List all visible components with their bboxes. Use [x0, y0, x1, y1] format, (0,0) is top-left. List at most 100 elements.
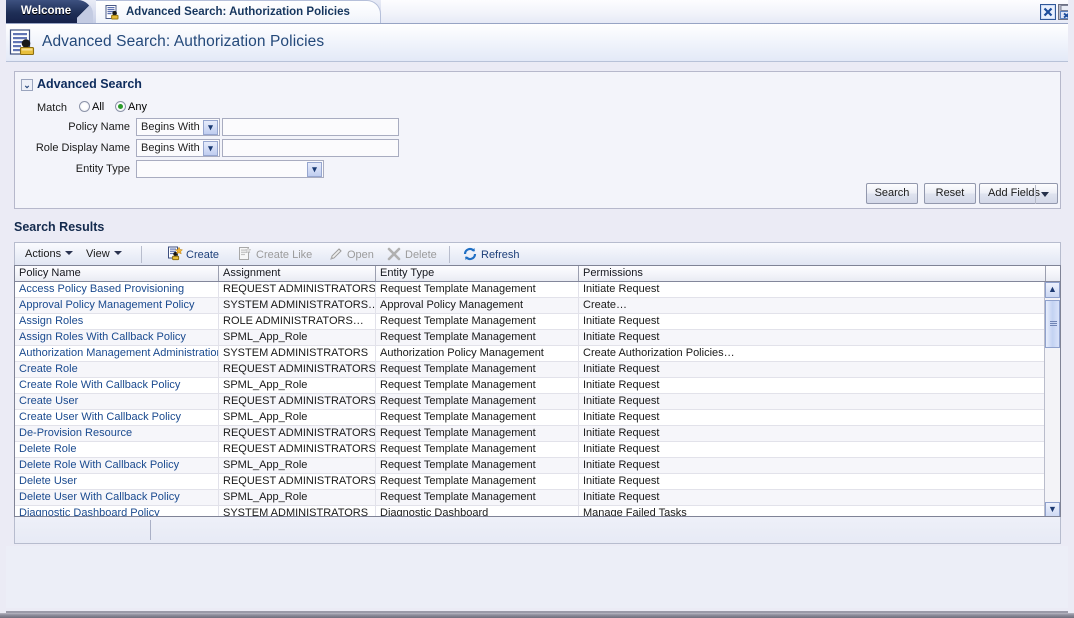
scrollbar-thumb[interactable]: [1045, 300, 1060, 348]
table-cell: SPML_App_Role: [219, 458, 376, 473]
policy-name-link[interactable]: Delete User: [15, 474, 219, 489]
refresh-button[interactable]: Refresh: [462, 246, 520, 263]
policy-name-link[interactable]: Approval Policy Management Policy: [15, 298, 219, 313]
chevron-down-icon[interactable]: ▾: [203, 120, 218, 135]
policy-name-link[interactable]: Delete Role: [15, 442, 219, 457]
application-window: Welcome Advanced Search: Authorization P…: [0, 0, 1074, 618]
chevron-down-icon[interactable]: ▾: [307, 162, 322, 177]
table-row[interactable]: Authorization Management Administration S…: [15, 346, 1046, 362]
table-cell: Authorization Policy Management: [376, 346, 579, 361]
table-cell: Request Template Management: [376, 474, 579, 489]
policy-name-operator-select[interactable]: Begins With ▾: [136, 118, 220, 136]
table-row[interactable]: Assign Roles ROLE ADMINISTRATORS… Request …: [15, 314, 1046, 330]
policy-name-link[interactable]: Diagnostic Dashboard Policy: [15, 506, 219, 516]
table-row[interactable]: Delete User REQUEST ADMINISTRATORS Request…: [15, 474, 1046, 490]
column-header-entity-type[interactable]: Entity Type: [376, 266, 579, 281]
create-like-label: Create Like: [256, 249, 313, 261]
tab-welcome[interactable]: Welcome: [0, 0, 93, 23]
tab-advanced-search[interactable]: Advanced Search: Authorization Policies: [96, 0, 381, 23]
column-header-permissions[interactable]: Permissions: [579, 266, 1046, 281]
table-cell: REQUEST ADMINISTRATORS: [219, 442, 376, 457]
scroll-down-arrow-icon[interactable]: ▼: [1045, 502, 1060, 516]
table-cell: Initiate Request: [579, 394, 1046, 409]
create-like-icon: [237, 246, 253, 262]
match-radio-all-label: All: [92, 101, 105, 113]
table-cell: Initiate Request: [579, 362, 1046, 377]
radio-any-indicator: [115, 101, 126, 112]
policy-name-link[interactable]: De-Provision Resource: [15, 426, 219, 441]
table-row[interactable]: Assign Roles With Callback Policy SPML_Ap…: [15, 330, 1046, 346]
match-radio-any[interactable]: Any: [115, 101, 147, 113]
policy-name-link[interactable]: Authorization Management Administration: [15, 346, 219, 361]
policy-name-link[interactable]: Access Policy Based Provisioning: [15, 282, 219, 297]
create-button[interactable]: Create: [167, 246, 219, 263]
table-row[interactable]: Create Role REQUEST ADMINISTRATORS Request…: [15, 362, 1046, 378]
role-display-name-operator-select[interactable]: Begins With ▾: [136, 139, 220, 157]
page-header: Advanced Search: Authorization Policies: [0, 24, 1074, 62]
table-cell: SYSTEM ADMINISTRATORS…: [219, 298, 376, 313]
table-cell: Initiate Request: [579, 378, 1046, 393]
table-row[interactable]: Create User REQUEST ADMINISTRATORS Request…: [15, 394, 1046, 410]
table-row[interactable]: Delete User With Callback Policy SPML_App…: [15, 490, 1046, 506]
advanced-search-header: ⌄ Advanced Search: [21, 77, 142, 93]
add-fields-button[interactable]: Add Fields: [979, 183, 1058, 204]
add-fields-label: Add Fields: [988, 187, 1040, 199]
reset-button[interactable]: Reset: [924, 183, 976, 204]
scrollbar-grip: [1050, 321, 1057, 327]
toolbar-divider: [449, 246, 450, 263]
policy-name-link[interactable]: Assign Roles With Callback Policy: [15, 330, 219, 345]
role-display-name-label: Role Display Name: [35, 142, 130, 154]
column-header-assignment[interactable]: Assignment: [219, 266, 376, 281]
match-radio-any-label: Any: [128, 101, 147, 113]
table-cell: REQUEST ADMINISTRATORS: [219, 362, 376, 377]
footer-divider: [150, 520, 151, 540]
radio-all-indicator: [79, 101, 90, 112]
role-display-name-input[interactable]: [222, 139, 399, 157]
table-row[interactable]: Diagnostic Dashboard Policy SYSTEM ADMINI…: [15, 506, 1046, 516]
view-menu[interactable]: View: [86, 246, 122, 263]
vertical-scrollbar[interactable]: ▲ ▼: [1044, 282, 1060, 516]
policy-name-link[interactable]: Create User: [15, 394, 219, 409]
policy-name-link[interactable]: Create Role: [15, 362, 219, 377]
column-header-policy-name[interactable]: Policy Name: [15, 266, 219, 281]
search-button[interactable]: Search: [866, 183, 918, 204]
actions-menu[interactable]: Actions: [25, 246, 74, 263]
table-row[interactable]: Delete Role REQUEST ADMINISTRATORS Request…: [15, 442, 1046, 458]
table-cell: SPML_App_Role: [219, 330, 376, 345]
policy-name-input[interactable]: [222, 118, 399, 136]
table-body: Access Policy Based Provisioning REQUEST …: [15, 282, 1046, 516]
entity-type-select[interactable]: ▾: [136, 160, 324, 178]
table-row[interactable]: Create Role With Callback Policy SPML_App…: [15, 378, 1046, 394]
role-display-name-operator-value: Begins With: [141, 142, 200, 154]
view-menu-label: View: [86, 248, 110, 260]
policy-name-link[interactable]: Delete User With Callback Policy: [15, 490, 219, 505]
page-title: Advanced Search: Authorization Policies: [42, 33, 325, 50]
refresh-icon: [462, 246, 478, 262]
table-cell: Approval Policy Management: [376, 298, 579, 313]
table-cell: SPML_App_Role: [219, 378, 376, 393]
table-cell: Manage Failed Tasks: [579, 506, 1046, 516]
chevron-down-icon: [65, 251, 74, 255]
table-row[interactable]: Delete Role With Callback Policy SPML_App…: [15, 458, 1046, 474]
table-row[interactable]: Approval Policy Management Policy SYSTEM …: [15, 298, 1046, 314]
table-cell: REQUEST ADMINISTRATORS: [219, 474, 376, 489]
policy-name-link[interactable]: Delete Role With Callback Policy: [15, 458, 219, 473]
create-label: Create: [186, 249, 220, 261]
table-cell: Request Template Management: [376, 362, 579, 377]
close-icon[interactable]: [1040, 4, 1056, 20]
table-cell: Initiate Request: [579, 490, 1046, 505]
scroll-up-arrow-icon[interactable]: ▲: [1045, 282, 1060, 298]
policy-name-link[interactable]: Assign Roles: [15, 314, 219, 329]
chevron-down-icon[interactable]: ▾: [203, 141, 218, 156]
match-radio-all[interactable]: All: [79, 101, 104, 113]
table-cell: ROLE ADMINISTRATORS…: [219, 314, 376, 329]
table-row[interactable]: Create User With Callback Policy SPML_App…: [15, 410, 1046, 426]
policy-name-label: Policy Name: [68, 121, 130, 133]
table-footer: [14, 517, 1061, 544]
collapse-toggle-icon[interactable]: ⌄: [21, 79, 33, 91]
policy-name-link[interactable]: Create Role With Callback Policy: [15, 378, 219, 393]
table-row[interactable]: De-Provision Resource REQUEST ADMINISTRAT…: [15, 426, 1046, 442]
policy-name-link[interactable]: Create User With Callback Policy: [15, 410, 219, 425]
table-row[interactable]: Access Policy Based Provisioning REQUEST …: [15, 282, 1046, 298]
table-cell: REQUEST ADMINISTRATORS: [219, 426, 376, 441]
